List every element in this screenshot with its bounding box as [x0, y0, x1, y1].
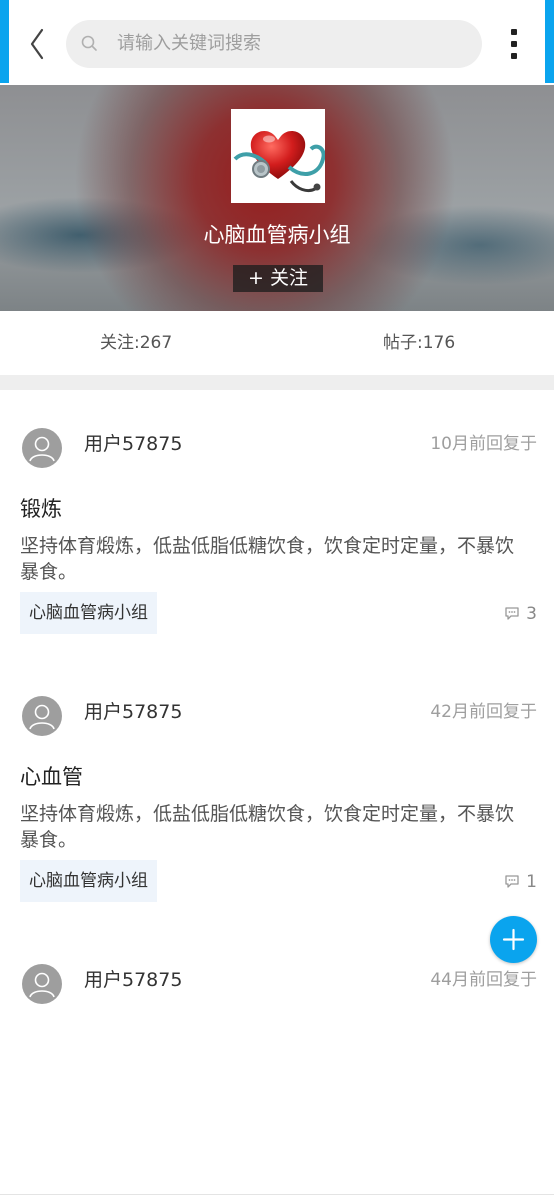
comment-icon — [505, 607, 519, 620]
group-stats: 关注:267 帖子:176 — [0, 311, 554, 375]
right-accent-edge — [545, 0, 554, 83]
add-post-button[interactable] — [490, 916, 537, 963]
group-name: 心脑血管病小组 — [203, 223, 351, 247]
post-time: 42月前回复于 — [430, 702, 537, 722]
back-icon[interactable] — [24, 24, 52, 64]
comment-count[interactable]: 1 — [504, 871, 537, 893]
comment-count-value: 3 — [526, 604, 537, 624]
comment-count[interactable]: 3 — [504, 603, 537, 625]
group-logo — [231, 109, 326, 203]
post-time: 44月前回复于 — [430, 970, 537, 990]
top-bar: 请输入关键词搜索 — [0, 0, 554, 85]
plus-icon — [502, 928, 525, 951]
post-item[interactable]: 用户57875 44月前回复于 — [0, 926, 554, 1195]
post-title[interactable]: 锻炼 — [20, 495, 62, 523]
user-avatar-icon[interactable] — [22, 964, 62, 1004]
followers-count: 关注:267 — [100, 333, 173, 353]
section-divider — [0, 375, 554, 390]
user-avatar-icon[interactable] — [22, 428, 62, 468]
group-banner: 心脑血管病小组 + 关注 — [0, 85, 554, 311]
post-username[interactable]: 用户57875 — [84, 967, 182, 993]
search-input[interactable]: 请输入关键词搜索 — [66, 20, 482, 68]
post-title[interactable]: 心血管 — [20, 763, 83, 791]
follow-button[interactable]: + 关注 — [233, 265, 323, 292]
search-icon — [80, 34, 100, 54]
group-tag[interactable]: 心脑血管病小组 — [20, 860, 157, 902]
post-item[interactable]: 用户57875 10月前回复于 锻炼 坚持体育煅炼，低盐低脂低糖饮食，饮食定时定… — [0, 390, 554, 659]
user-avatar-icon[interactable] — [22, 696, 62, 736]
post-time: 10月前回复于 — [430, 434, 537, 454]
left-accent-edge — [0, 0, 9, 83]
group-tag[interactable]: 心脑血管病小组 — [20, 592, 157, 634]
post-username[interactable]: 用户57875 — [84, 699, 182, 725]
post-username[interactable]: 用户57875 — [84, 431, 182, 457]
more-vertical-icon[interactable] — [500, 26, 530, 62]
search-placeholder: 请输入关键词搜索 — [117, 33, 261, 54]
post-body: 坚持体育煅炼，低盐低脂低糖饮食，饮食定时定量，不暴饮暴食。 — [20, 535, 515, 583]
post-item[interactable]: 用户57875 42月前回复于 心血管 坚持体育煅炼，低盐低脂低糖饮食，饮食定时… — [0, 658, 554, 927]
comment-count-value: 1 — [526, 872, 537, 892]
post-body: 坚持体育煅炼，低盐低脂低糖饮食，饮食定时定量，不暴饮暴食。 — [20, 803, 515, 851]
comment-icon — [505, 875, 519, 888]
posts-count: 帖子:176 — [383, 333, 456, 353]
